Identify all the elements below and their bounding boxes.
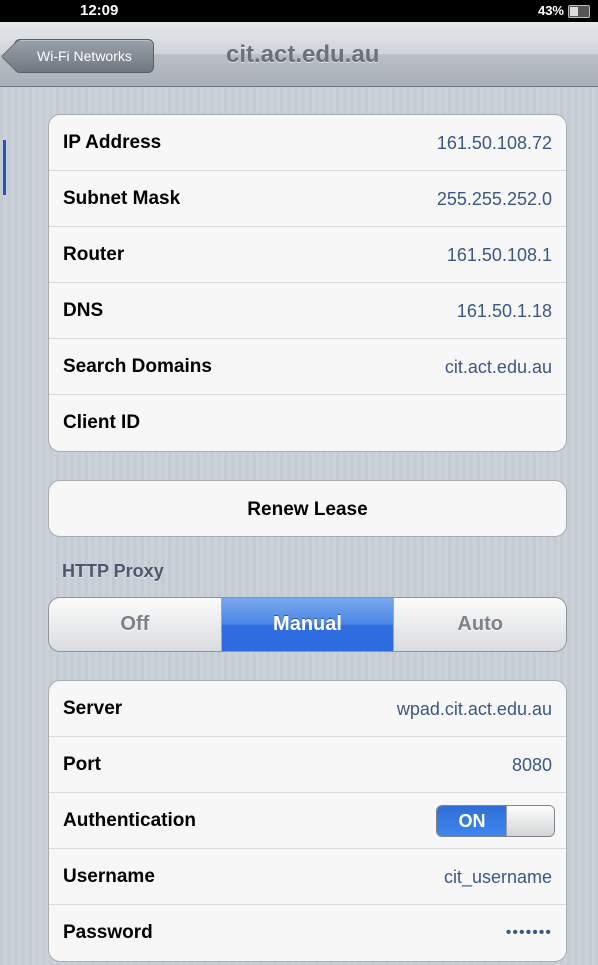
authentication-toggle[interactable]: ON xyxy=(436,805,555,837)
page-title: cit.act.edu.au xyxy=(226,41,380,68)
edge-indicator xyxy=(3,140,6,195)
battery-percent: 43% xyxy=(537,3,564,18)
server-row[interactable]: Server wpad.cit.act.edu.au xyxy=(49,681,566,737)
back-button[interactable]: Wi-Fi Networks xyxy=(14,39,154,73)
subnet-mask-row: Subnet Mask 255.255.252.0 xyxy=(49,171,566,227)
row-value: 161.50.1.18 xyxy=(456,301,552,321)
row-value: cit.act.edu.au xyxy=(444,357,552,377)
navigation-bar: Wi-Fi Networks cit.act.edu.au xyxy=(0,22,598,87)
toggle-knob xyxy=(506,806,554,836)
row-label: Password xyxy=(63,922,153,943)
server-field[interactable]: wpad.cit.act.edu.au xyxy=(397,681,552,737)
status-bar: 12:09 43% xyxy=(0,0,598,22)
renew-lease-button[interactable]: Renew Lease xyxy=(48,480,567,537)
username-field[interactable]: cit_username xyxy=(444,849,552,905)
network-info-group: IP Address 161.50.108.72 Subnet Mask 255… xyxy=(48,114,567,452)
row-label: IP Address xyxy=(63,132,162,153)
ip-address-row: IP Address 161.50.108.72 xyxy=(49,115,566,171)
port-field[interactable]: 8080 xyxy=(512,737,552,793)
row-label: DNS xyxy=(63,300,104,321)
segment-off[interactable]: Off xyxy=(49,598,221,651)
row-value: 161.50.108.72 xyxy=(436,133,552,153)
row-label: Authentication xyxy=(63,810,196,831)
row-label: Server xyxy=(63,698,123,719)
segment-auto[interactable]: Auto xyxy=(393,598,566,651)
password-field[interactable]: ••••••• xyxy=(506,905,552,961)
client-id-row[interactable]: Client ID xyxy=(49,395,566,451)
router-row: Router 161.50.108.1 xyxy=(49,227,566,283)
dns-row: DNS 161.50.1.18 xyxy=(49,283,566,339)
row-label: Client ID xyxy=(63,412,141,433)
status-time: 12:09 xyxy=(80,2,119,19)
row-label: Search Domains xyxy=(63,356,212,377)
row-value: 255.255.252.0 xyxy=(436,189,552,209)
proxy-settings-group: Server wpad.cit.act.edu.au Port 8080 Aut… xyxy=(48,680,567,962)
row-value: 161.50.108.1 xyxy=(446,245,552,265)
port-row[interactable]: Port 8080 xyxy=(49,737,566,793)
toggle-on-label: ON xyxy=(437,806,507,836)
username-row[interactable]: Username cit_username xyxy=(49,849,566,905)
row-label: Port xyxy=(63,754,101,775)
search-domains-row: Search Domains cit.act.edu.au xyxy=(49,339,566,395)
password-row[interactable]: Password ••••••• xyxy=(49,905,566,961)
row-label: Username xyxy=(63,866,155,887)
row-label: Subnet Mask xyxy=(63,188,181,209)
back-button-label: Wi-Fi Networks xyxy=(37,48,132,64)
authentication-row: Authentication ON xyxy=(49,793,566,849)
battery-icon xyxy=(568,5,590,18)
http-proxy-header: HTTP Proxy xyxy=(62,561,164,581)
segment-manual[interactable]: Manual xyxy=(220,598,394,651)
row-label: Router xyxy=(63,244,125,265)
http-proxy-segmented-control: Off Manual Auto xyxy=(48,597,567,652)
